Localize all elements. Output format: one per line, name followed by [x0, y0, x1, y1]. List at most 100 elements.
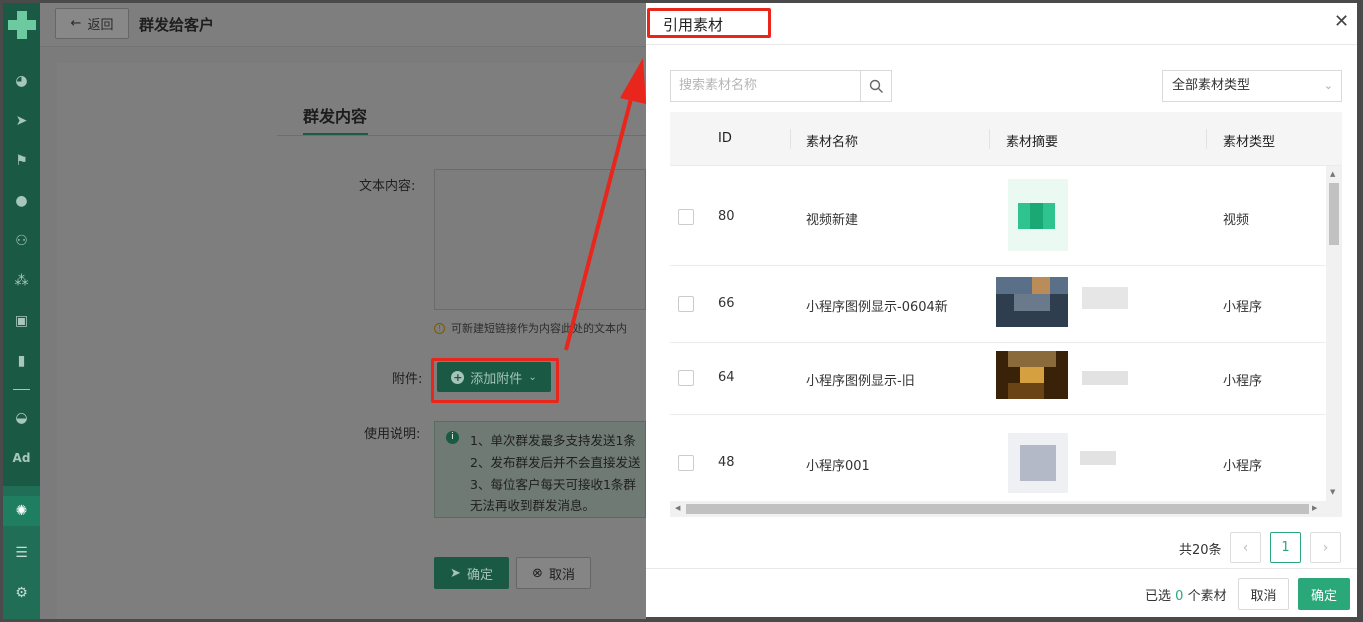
- column-divider: [790, 129, 791, 149]
- material-table: ID 素材名称 素材摘要 素材类型 80 视频新建 视频 66 小程序图例显示-…: [670, 112, 1342, 517]
- selected-prefix: 已选: [1145, 589, 1172, 604]
- selected-summary: 已选 0 个素材: [1145, 585, 1227, 604]
- hint-label: 可新建短链接作为内容此处的文本内: [451, 322, 627, 335]
- column-divider: [1206, 129, 1207, 149]
- text-content-label: 文本内容:: [359, 179, 416, 194]
- tab-content[interactable]: 群发内容: [303, 103, 367, 127]
- customer-mass-send-icon[interactable]: ✺: [3, 496, 40, 526]
- scrollbar-thumb[interactable]: [1329, 183, 1339, 245]
- usage-line: 无法再收到群发消息。: [470, 498, 596, 513]
- sidebar-rail: ◕ ➤ ⚑ ● ⚇ ⁂ ▣ ▮ ◒ Ad ✺ ☰ ⚙: [3, 3, 40, 619]
- vertical-scrollbar[interactable]: ▲ ▼: [1326, 166, 1342, 501]
- row-id: 48: [718, 455, 735, 470]
- total-count: 共20条: [1179, 543, 1222, 558]
- page-title: 群发给客户: [139, 16, 215, 34]
- app-logo-icon: [8, 11, 36, 39]
- contact-card-icon[interactable]: ▣: [3, 306, 40, 336]
- table-row[interactable]: 48 小程序001 小程序: [670, 415, 1326, 501]
- column-header-type: 素材类型: [1223, 135, 1276, 150]
- usage-label: 使用说明:: [364, 427, 421, 442]
- rail-divider: [13, 389, 30, 390]
- drawer-confirm-button[interactable]: 确定: [1298, 578, 1350, 610]
- ad-icon[interactable]: Ad: [3, 443, 40, 473]
- table-row[interactable]: 66 小程序图例显示-0604新 小程序: [670, 267, 1326, 343]
- confirm-button[interactable]: ➤ 确定: [434, 557, 509, 589]
- bar-chart-icon[interactable]: ▮: [3, 346, 40, 376]
- info-circle-icon: i: [446, 431, 459, 444]
- group-icon[interactable]: ⁂: [3, 266, 40, 296]
- flag-icon[interactable]: ⚑: [3, 146, 40, 176]
- drawer-cancel-button[interactable]: 取消: [1238, 578, 1289, 610]
- blurred-summary-text: [1082, 287, 1128, 309]
- send-icon: ➤: [450, 565, 461, 581]
- send-icon[interactable]: ➤: [3, 106, 40, 136]
- row-checkbox[interactable]: [678, 455, 694, 471]
- type-select-value: 全部素材类型: [1172, 78, 1251, 93]
- row-name: 小程序001: [806, 459, 870, 474]
- back-button[interactable]: ← 返回: [55, 8, 129, 39]
- blurred-summary-text: [1080, 451, 1116, 465]
- chevron-right-icon: ›: [1322, 539, 1329, 556]
- horizontal-scrollbar[interactable]: ◀ ▶: [670, 501, 1342, 517]
- text-content-input[interactable]: [434, 169, 646, 310]
- material-type-select[interactable]: 全部素材类型 ⌄: [1162, 70, 1342, 102]
- page-number-button[interactable]: 1: [1270, 532, 1301, 563]
- wechat-icon[interactable]: ◒: [3, 403, 40, 433]
- info-icon: !: [434, 322, 445, 334]
- chevron-down-icon: ⌄: [1323, 79, 1333, 92]
- usage-notes: i 1、单次群发最多支持发送1条 2、发布群发后并不会直接发送 3、每位客户每天…: [434, 421, 646, 518]
- close-icon[interactable]: ✕: [1334, 13, 1349, 31]
- row-checkbox[interactable]: [678, 209, 694, 225]
- video-thumbnail: [1008, 179, 1068, 251]
- screen: ◕ ➤ ⚑ ● ⚇ ⁂ ▣ ▮ ◒ Ad ✺ ☰ ⚙ ← 返回 群发给客户 群发…: [0, 0, 1363, 622]
- row-type: 小程序: [1223, 374, 1263, 389]
- table-row[interactable]: 80 视频新建 视频: [670, 167, 1326, 266]
- row-type: 小程序: [1223, 459, 1263, 474]
- scrollbar-thumb[interactable]: [686, 504, 1309, 514]
- scroll-up-icon[interactable]: ▲: [1330, 170, 1335, 178]
- chevron-left-icon: ‹: [1242, 539, 1249, 556]
- table-row[interactable]: 64 小程序图例显示-旧 小程序: [670, 343, 1326, 415]
- selected-count: 0: [1175, 589, 1184, 604]
- drawer-footer: 已选 0 个素材 取消 确定: [646, 568, 1357, 617]
- page-header: ← 返回 群发给客户: [40, 3, 646, 47]
- user-icon[interactable]: ●: [3, 186, 40, 216]
- cancel-label: 取消: [548, 567, 575, 583]
- row-name: 视频新建: [806, 213, 859, 228]
- row-checkbox[interactable]: [678, 296, 694, 312]
- table-header: ID 素材名称 素材摘要 素材类型: [670, 112, 1342, 166]
- search-button[interactable]: [860, 71, 891, 101]
- column-header-name: 素材名称: [806, 135, 859, 150]
- column-header-summary: 素材摘要: [1006, 135, 1059, 150]
- prev-page-button[interactable]: ‹: [1230, 532, 1261, 563]
- search-icon: [869, 79, 883, 93]
- mini-program-thumbnail: [996, 351, 1068, 399]
- annotation-box-title: [647, 8, 771, 38]
- column-divider: [989, 129, 990, 149]
- row-id: 64: [718, 370, 735, 385]
- cancel-button[interactable]: ⊗ 取消: [516, 557, 591, 589]
- row-checkbox[interactable]: [678, 370, 694, 386]
- gear-icon[interactable]: ⚙: [3, 578, 40, 608]
- row-type: 小程序: [1223, 300, 1263, 315]
- users-icon[interactable]: ⚇: [3, 226, 40, 256]
- scroll-right-icon[interactable]: ▶: [1312, 504, 1317, 512]
- dashboard-icon[interactable]: ◕: [3, 66, 40, 96]
- usage-line: 2、发布群发后并不会直接发送: [470, 455, 641, 470]
- search-input[interactable]: 搜索素材名称: [671, 71, 860, 101]
- confirm-label: 确定: [466, 567, 493, 583]
- column-header-id: ID: [718, 131, 732, 146]
- scroll-down-icon[interactable]: ▼: [1330, 488, 1335, 496]
- material-drawer: 引用素材 ✕ 搜索素材名称 全部素材类型 ⌄ ID 素材名称 素材摘要 素材类型: [646, 3, 1360, 617]
- scroll-left-icon[interactable]: ◀: [675, 504, 680, 512]
- hint-text: ! 可新建短链接作为内容此处的文本内: [434, 320, 627, 336]
- row-name: 小程序图例显示-0604新: [806, 300, 948, 315]
- row-name: 小程序图例显示-旧: [806, 374, 915, 389]
- storage-icon[interactable]: ☰: [3, 538, 40, 568]
- form-card: 群发内容 文本内容: ! 可新建短链接作为内容此处的文本内 附件: 使用说明: …: [57, 63, 646, 619]
- annotation-box-attachment: [431, 358, 559, 403]
- main-page: ← 返回 群发给客户 群发内容 文本内容: ! 可新建短链接作为内容此处的文本内…: [40, 3, 646, 619]
- row-id: 66: [718, 296, 735, 311]
- selected-suffix: 个素材: [1187, 589, 1227, 604]
- next-page-button[interactable]: ›: [1310, 532, 1341, 563]
